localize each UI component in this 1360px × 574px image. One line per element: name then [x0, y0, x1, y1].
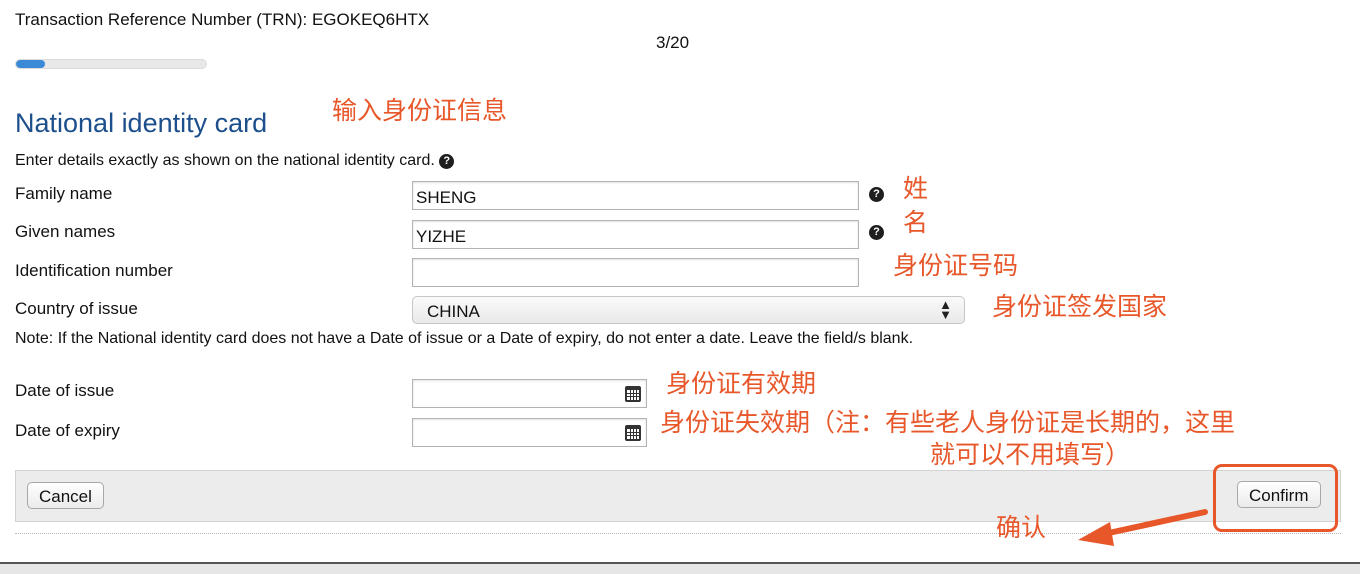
annotation-surname-2: 名: [903, 208, 929, 237]
given-names-help-icon[interactable]: ?: [869, 225, 884, 240]
annotation-arrow-icon: [1078, 509, 1208, 546]
date-of-issue-input[interactable]: [412, 379, 647, 408]
country-of-issue-label: Country of issue: [15, 299, 138, 318]
annotation-surname-1: 姓: [903, 174, 929, 203]
given-names-input[interactable]: [412, 220, 859, 249]
help-icon[interactable]: ?: [439, 154, 455, 169]
annotation-expiry-line2: 就可以不用填写）: [930, 440, 1131, 469]
identification-number-label: Identification number: [15, 261, 173, 280]
family-name-input[interactable]: [412, 181, 859, 210]
cancel-button[interactable]: Cancel: [27, 482, 104, 509]
intro-text-label: Enter details exactly as shown on the na…: [15, 152, 435, 169]
progress-label: 3/20: [656, 33, 690, 52]
family-name-label: Family name: [15, 184, 113, 203]
progress-bar-fill: [16, 60, 45, 68]
date-of-expiry-label: Date of expiry: [15, 421, 120, 440]
annotation-confirm-hint: 确认: [996, 513, 1047, 542]
given-names-label: Given names: [15, 222, 116, 241]
annotation-enter-id-info: 输入身份证信息: [332, 96, 508, 125]
calendar-icon[interactable]: [625, 425, 641, 441]
annotation-id-number: 身份证号码: [893, 251, 1019, 280]
annotation-valid-from: 身份证有效期: [666, 369, 817, 398]
date-of-expiry-input[interactable]: [412, 418, 647, 447]
country-of-issue-select[interactable]: CHINA ▲ ▼: [412, 296, 965, 324]
annotation-expiry-line1: 身份证失效期（注：有些老人身份证是长期的，这里: [660, 408, 1236, 437]
trn-text: Transaction Reference Number (TRN): EGOK…: [15, 10, 430, 29]
page-title: National identity card: [15, 108, 268, 138]
calendar-icon[interactable]: [625, 386, 641, 402]
family-name-help-icon[interactable]: ?: [869, 187, 884, 202]
confirm-highlight-box: [1213, 464, 1338, 532]
country-of-issue-value: CHINA: [427, 302, 480, 321]
annotation-issuing-country: 身份证签发国家: [992, 292, 1168, 321]
intro-text: Enter details exactly as shown on the na…: [15, 152, 455, 170]
progress-bar: [15, 59, 207, 69]
select-arrows-icon: ▲ ▼: [939, 297, 952, 322]
footer-bar: [0, 562, 1360, 574]
date-of-issue-label: Date of issue: [15, 381, 115, 400]
date-note: Note: If the National identity card does…: [15, 330, 914, 347]
identification-number-input[interactable]: [412, 258, 859, 287]
